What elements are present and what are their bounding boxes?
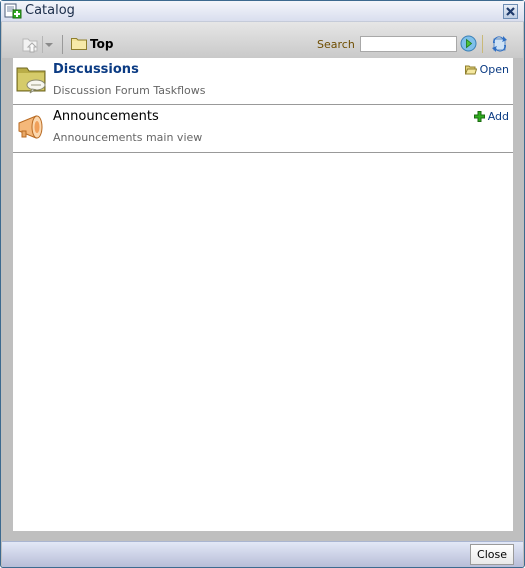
refresh-icon[interactable] — [490, 35, 509, 53]
title-bar[interactable]: Catalog — [1, 1, 524, 22]
add-label: Add — [487, 110, 509, 123]
folder-up-icon[interactable] — [22, 36, 42, 53]
catalog-dialog: Catalog Top Search Discussions Discussio… — [0, 0, 525, 568]
open-label: Open — [479, 63, 509, 76]
chevron-down-icon[interactable] — [45, 43, 53, 47]
breadcrumb-top[interactable]: Top — [90, 37, 113, 51]
list-item: Discussions Discussion Forum Taskflows O… — [13, 58, 513, 105]
toolbar: Top Search — [2, 22, 523, 58]
folder-icon — [71, 37, 87, 50]
add-button[interactable]: Add — [473, 110, 509, 123]
discussion-folder-icon — [16, 64, 48, 96]
dialog-title: Catalog — [25, 3, 75, 18]
add-plus-icon — [473, 111, 485, 122]
toolbar-divider — [482, 35, 483, 53]
open-button[interactable]: Open — [464, 63, 509, 76]
go-arrow-icon[interactable] — [460, 35, 477, 52]
catalog-list: Discussions Discussion Forum Taskflows O… — [13, 58, 513, 531]
toolbar-divider — [42, 36, 43, 53]
close-button[interactable]: Close — [470, 544, 514, 565]
item-description: Discussion Forum Taskflows — [53, 84, 206, 97]
item-title-link[interactable]: Discussions — [53, 62, 139, 77]
search-input[interactable] — [360, 36, 457, 52]
toolbar-divider — [62, 35, 63, 54]
search-label: Search — [317, 38, 355, 51]
close-icon[interactable] — [503, 4, 518, 19]
item-description: Announcements main view — [53, 131, 203, 144]
item-title[interactable]: Announcements — [53, 109, 159, 124]
open-folder-icon — [464, 65, 477, 74]
list-item: Announcements Announcements main view Ad… — [13, 105, 513, 153]
megaphone-icon — [16, 111, 48, 143]
catalog-add-icon — [4, 3, 22, 20]
dialog-footer: Close — [2, 541, 523, 567]
